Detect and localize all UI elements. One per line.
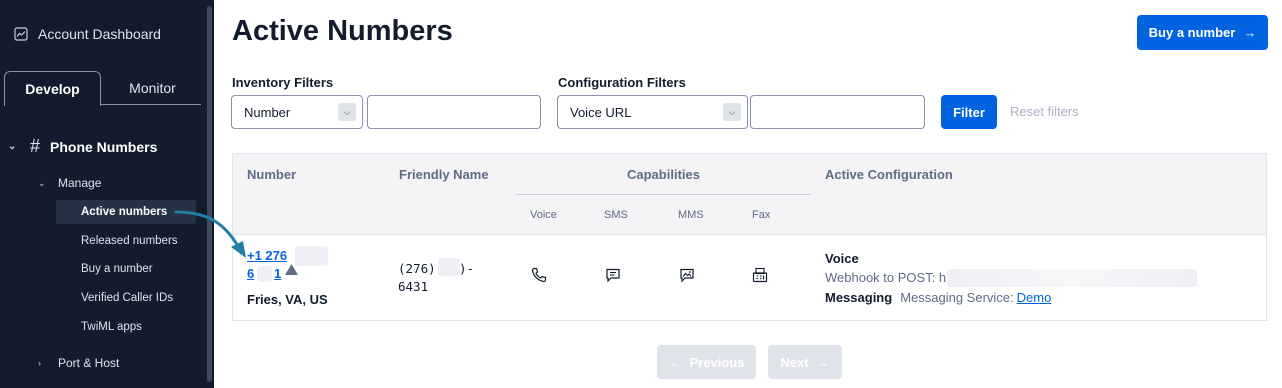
messaging-service-link[interactable]: Demo <box>1017 290 1052 305</box>
sidebar-item-twiml-apps[interactable]: TwiML apps <box>56 315 196 339</box>
sidebar: Account Dashboard Develop Monitor ⌄ # Ph… <box>0 0 214 388</box>
friendly-name-line2: 6431 <box>398 279 429 294</box>
phone-number-link-part[interactable]: 6 <box>247 266 254 281</box>
column-mms: MMS <box>678 209 704 221</box>
configuration-filter-input[interactable] <box>750 95 925 129</box>
config-msg-text: Messaging Service: <box>900 290 1014 305</box>
inventory-filter-input[interactable] <box>367 95 541 129</box>
arrow-right-icon: → <box>816 354 830 370</box>
config-voice-webhook: Webhook to POST: h <box>825 270 947 285</box>
config-select-value: Voice URL <box>570 104 632 120</box>
mms-icon <box>680 268 694 283</box>
redacted-block <box>295 246 328 266</box>
capabilities-divider <box>516 194 811 195</box>
account-dashboard-label: Account Dashboard <box>38 26 161 42</box>
reset-filters-button[interactable]: Reset filters <box>1010 104 1079 119</box>
hash-icon: # <box>30 136 41 156</box>
phone-icon <box>531 267 547 283</box>
config-msg-title: Messaging <box>825 290 893 305</box>
phone-number-link[interactable]: +1 276 <box>247 248 287 263</box>
column-fax: Fax <box>752 209 771 221</box>
fax-icon <box>752 267 768 283</box>
filter-button[interactable]: Filter <box>941 95 997 129</box>
sidebar-item-buy-a-number[interactable]: Buy a number <box>56 257 196 281</box>
manage-label: Manage <box>58 176 102 190</box>
redacted-block <box>257 266 272 282</box>
config-voice-title: Voice <box>825 251 859 266</box>
redacted-block <box>947 269 1197 287</box>
chevron-down-icon: ⌄ <box>38 177 46 188</box>
sidebar-item-verified-caller-ids[interactable]: Verified Caller IDs <box>56 286 196 310</box>
sidebar-group-manage[interactable]: ⌄ Manage <box>38 176 101 190</box>
column-capabilities: Capabilities <box>627 167 700 182</box>
sidebar-scrollbar[interactable] <box>207 6 212 382</box>
sidebar-item-released-numbers[interactable]: Released numbers <box>56 229 196 253</box>
tab-monitor[interactable]: Monitor <box>104 71 201 105</box>
number-location: Fries, VA, US <box>247 292 328 307</box>
section-label: Phone Numbers <box>50 138 158 155</box>
configuration-filters-label: Configuration Filters <box>558 75 686 90</box>
next-label: Next <box>780 354 809 370</box>
friendly-name-line1: (276) <box>398 261 436 276</box>
arrow-right-icon: → <box>1243 25 1257 40</box>
chevron-down-icon: ⌄ <box>8 141 17 152</box>
dashboard-icon <box>14 27 28 41</box>
column-friendly-name: Friendly Name <box>399 167 489 182</box>
chevron-down-icon: ⌵ <box>723 103 741 121</box>
previous-page-button[interactable]: ← Previous <box>657 345 756 379</box>
inventory-filters-label: Inventory Filters <box>232 75 334 90</box>
table-header: Number Friendly Name Capabilities Active… <box>233 154 1266 235</box>
sidebar-group-port-host[interactable]: › Port & Host <box>38 356 119 370</box>
account-dashboard-link[interactable]: Account Dashboard <box>14 26 161 42</box>
sidebar-section-phone-numbers[interactable]: ⌄ # Phone Numbers <box>8 136 157 157</box>
sidebar-item-active-numbers[interactable]: Active numbers <box>56 200 196 224</box>
sms-icon <box>606 268 620 283</box>
arrow-left-icon: ← <box>668 354 682 370</box>
column-active-configuration: Active Configuration <box>825 167 953 182</box>
buy-a-number-button[interactable]: Buy a number → <box>1137 15 1268 50</box>
port-host-label: Port & Host <box>58 356 120 370</box>
column-sms: SMS <box>604 209 628 221</box>
sidebar-tabs: Develop Monitor <box>4 71 201 106</box>
chevron-down-icon: ⌵ <box>338 103 356 121</box>
numbers-table: Number Friendly Name Capabilities Active… <box>232 153 1267 321</box>
previous-label: Previous <box>689 354 745 370</box>
config-messaging: Messaging Messaging Service: Demo <box>825 290 1051 305</box>
inventory-select-value: Number <box>244 104 291 120</box>
column-voice: Voice <box>530 209 557 221</box>
page-title: Active Numbers <box>232 15 453 47</box>
inventory-filter-select[interactable]: Number ⌵ <box>231 95 363 129</box>
redacted-block <box>438 258 460 276</box>
cursor-triangle-icon <box>285 264 298 275</box>
friendly-name-line1b: )- <box>459 261 475 276</box>
phone-number-link-part[interactable]: 1 <box>274 266 281 281</box>
column-number: Number <box>247 167 297 182</box>
chevron-right-icon: › <box>38 358 41 368</box>
configuration-filter-select[interactable]: Voice URL ⌵ <box>557 95 748 129</box>
buy-button-label: Buy a number <box>1148 25 1236 40</box>
tab-develop[interactable]: Develop <box>4 71 101 106</box>
next-page-button[interactable]: Next → <box>768 345 842 379</box>
